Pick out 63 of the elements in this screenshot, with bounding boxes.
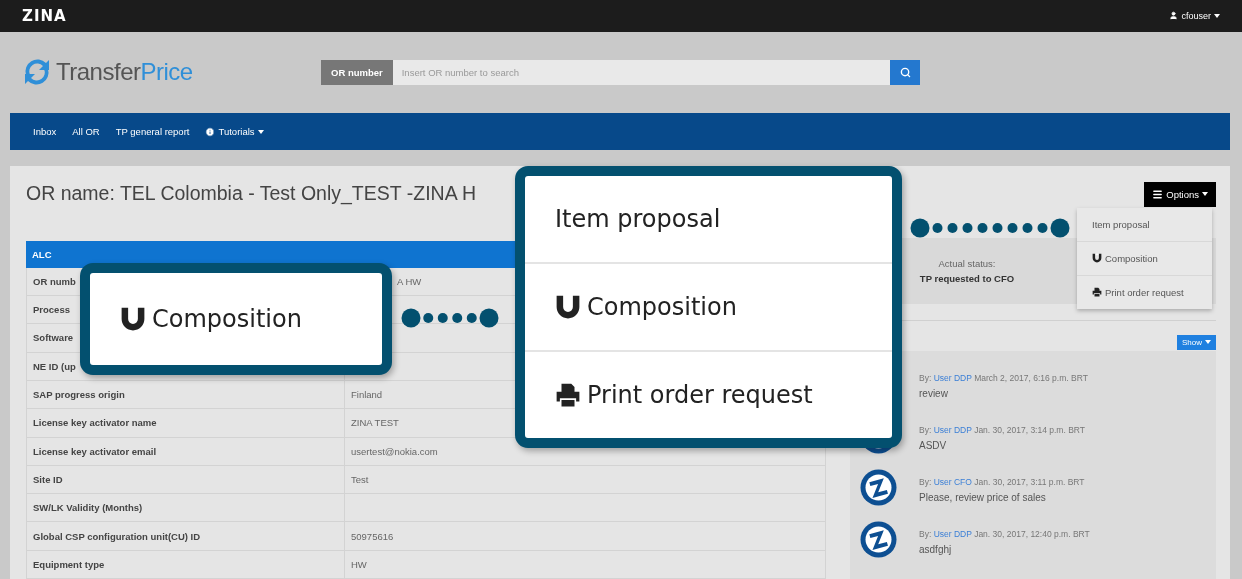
- search-button[interactable]: [890, 59, 920, 85]
- menu-icon: [1152, 188, 1164, 200]
- menu-item[interactable]: Composition: [1077, 240, 1212, 275]
- field-label: OR numb: [33, 275, 76, 287]
- field-label: Site ID: [33, 473, 63, 485]
- status-label: Actual status:: [938, 257, 996, 269]
- printer-icon: [1092, 287, 1102, 298]
- field-label: NE ID (up: [33, 360, 76, 372]
- comment-meta: By: User DDP March 2, 2017, 6:16 p.m. BRT: [919, 373, 1088, 384]
- callout-item: Composition: [525, 262, 892, 350]
- field-label: SW/LK Validity (Months): [33, 502, 143, 514]
- callout-item: Print order request: [525, 350, 892, 438]
- caret-icon: [1205, 340, 1211, 345]
- field-value: HW: [351, 558, 367, 570]
- show-button[interactable]: Show: [1177, 334, 1216, 350]
- nav-link[interactable]: TP general report: [115, 126, 190, 137]
- search-icon: [899, 66, 911, 78]
- field-value: Finland: [351, 389, 383, 401]
- magnet-icon: [1092, 253, 1102, 264]
- search-field[interactable]: Insert OR number to search: [392, 59, 890, 85]
- status-value: TP requested to CFO: [919, 272, 1015, 284]
- user-menu[interactable]: cfouser: [1169, 10, 1220, 21]
- options-button[interactable]: Options: [1144, 181, 1216, 207]
- page-title: OR name: TEL Colombia - Test Only_TEST -ZINA H: [26, 181, 478, 206]
- field-label: Equipment type: [33, 558, 105, 570]
- comment-meta: By: User CFO Jan. 30, 2017, 3:11 p.m. BRT: [919, 477, 1085, 488]
- callout-item: Composition: [90, 273, 382, 365]
- nav-link[interactable]: All OR: [72, 126, 100, 137]
- field-label: SAP progress origin: [33, 389, 125, 401]
- brand-logo: ZINA: [22, 6, 67, 25]
- menu-item[interactable]: Print order request: [1077, 274, 1212, 309]
- comment-meta: By: User DDP Jan. 30, 2017, 12:40 p.m. BRT: [919, 529, 1090, 540]
- avatar-icon: [860, 468, 897, 506]
- field-value: Test: [351, 473, 369, 485]
- user-icon: [1169, 11, 1179, 21]
- search-label: OR number: [321, 59, 393, 85]
- comment-text: asdfghj: [919, 544, 953, 556]
- app-logo-text: TransferPrice: [56, 58, 193, 87]
- field-label: Global CSP configuration unit(CU) ID: [33, 530, 201, 542]
- magnet-icon: [120, 306, 146, 332]
- field-label: License key activator name: [33, 417, 157, 429]
- magnet-icon: [555, 294, 581, 320]
- field-value: 50975616: [351, 530, 394, 542]
- menu-item[interactable]: Item proposal: [1077, 207, 1212, 241]
- comment-text: Please, review price of sales: [919, 492, 1047, 504]
- field-label: Software: [33, 332, 74, 344]
- nav-link[interactable]: Inbox: [33, 126, 57, 137]
- caret-icon: [257, 129, 264, 134]
- caret-icon: [1214, 13, 1220, 18]
- info-icon: [205, 126, 216, 137]
- comment-text: review: [919, 388, 949, 400]
- comment-meta: By: User DDP Jan. 30, 2017, 3:14 p.m. BRT: [919, 425, 1086, 436]
- nav-menu[interactable]: Tutorials: [205, 126, 264, 137]
- field-label: License key activator email: [33, 445, 157, 457]
- field-label: Process: [33, 304, 70, 316]
- callout-item: Item proposal: [554, 204, 722, 235]
- caret-icon: [1202, 192, 1208, 197]
- field-value: A HW: [397, 275, 422, 287]
- printer-icon: [555, 382, 581, 408]
- comment-text: ASDV: [919, 440, 948, 452]
- field-value: ZINA TEST: [351, 417, 399, 429]
- field-value: usertest@nokia.com: [351, 445, 438, 457]
- avatar-icon: [860, 520, 897, 558]
